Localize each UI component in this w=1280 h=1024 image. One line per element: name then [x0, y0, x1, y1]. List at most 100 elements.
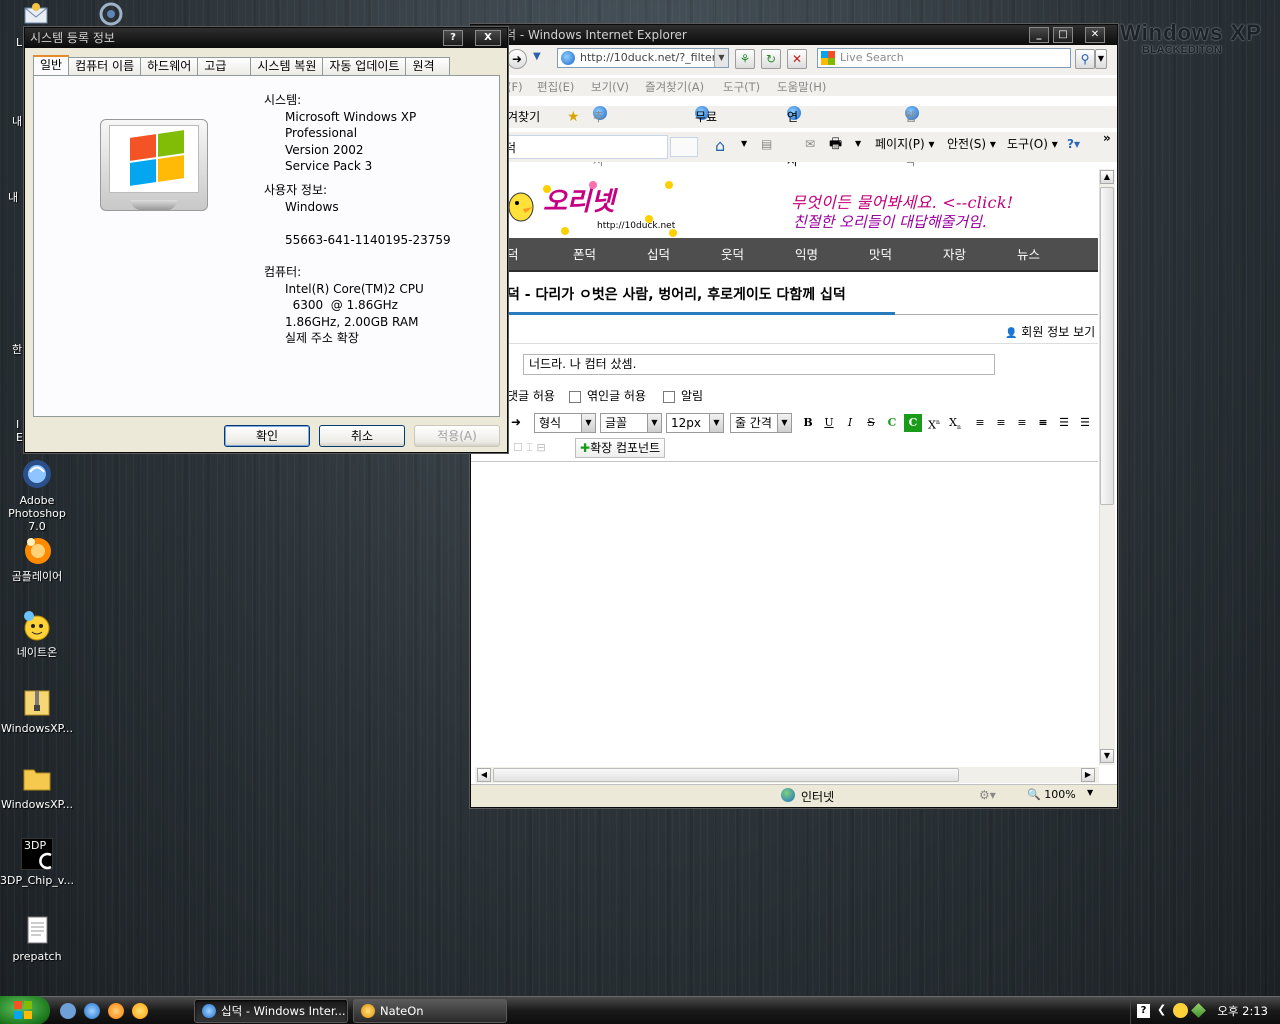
tab-general[interactable]: 일반	[33, 55, 70, 75]
ie-window[interactable]: 덕 - Windows Internet Explorer _ □ ✕ ➜ ▼ …	[470, 24, 1118, 808]
page-menu[interactable]: 페이지(P) ▾	[875, 132, 935, 156]
new-tab-button[interactable]	[670, 137, 698, 157]
ie-titlebar[interactable]: 덕 - Windows Internet Explorer _ □ ✕	[471, 25, 1117, 45]
format-select[interactable]: 형식 ▼	[534, 413, 596, 433]
menu-tools[interactable]: 도구(T)	[723, 78, 760, 96]
tab-computer-name[interactable]: 컴퓨터 이름	[68, 57, 142, 75]
minimize-button[interactable]: _	[1029, 27, 1049, 43]
scroll-left-icon[interactable]: ◀	[477, 768, 491, 782]
cancel-button[interactable]: 취소	[319, 425, 405, 447]
nateon-quicklaunch-icon[interactable]	[132, 1003, 148, 1019]
desktop-icon-prepatch[interactable]: prepatch	[0, 914, 74, 963]
size-select[interactable]: 12px ▼	[666, 413, 724, 433]
subscript-button[interactable]: Xn	[946, 414, 964, 432]
nav-item[interactable]: 폰덕	[573, 238, 596, 272]
taskbar-item-nateon[interactable]: NateOn	[353, 999, 507, 1023]
line-spacing-select[interactable]: 줄 간격 ▼	[730, 413, 792, 433]
search-options-icon[interactable]: ▼	[1095, 49, 1107, 69]
desktop-icon-folder[interactable]: WindowsXP...	[0, 762, 74, 811]
vertical-scrollbar[interactable]: ▲ ▼	[1099, 169, 1115, 765]
desktop-icon-zip-folder[interactable]: WindowsXP...	[0, 686, 74, 735]
safety-menu[interactable]: 안전(S) ▾	[947, 132, 996, 156]
print-icon[interactable]: 🖶	[829, 132, 842, 156]
expand-toolbar[interactable]: »	[1103, 126, 1111, 150]
scroll-right-icon[interactable]: ▶	[1081, 768, 1095, 782]
address-dropdown-icon[interactable]: ▼	[714, 49, 728, 67]
text-color-button[interactable]: C	[883, 414, 901, 432]
zoom-control[interactable]: 🔍 100%	[1027, 788, 1076, 801]
help-icon[interactable]: ?▾	[1067, 132, 1080, 156]
align-left-icon[interactable]: ≡	[971, 414, 989, 432]
desktop-icon-3dp-chip[interactable]: 3DP 3DP_Chip_v...	[0, 838, 74, 887]
nav-item[interactable]: 뉴스	[1017, 238, 1040, 272]
background-color-button[interactable]: C	[904, 414, 922, 432]
trackback-option[interactable]: 엮인글 허용	[569, 387, 646, 404]
clock[interactable]: 오후 2:13	[1217, 997, 1268, 1024]
justify-icon[interactable]: ≡	[1034, 414, 1052, 432]
favorites-button[interactable]: 겨찾기	[507, 106, 540, 128]
nav-item[interactable]: 자랑	[943, 238, 966, 272]
nav-item[interactable]: 덕	[507, 238, 519, 272]
editor-body[interactable]	[471, 462, 1098, 769]
italic-button[interactable]: I	[841, 414, 859, 432]
desktop-icon-gomplayer[interactable]: 곰플레이어	[0, 534, 74, 583]
member-info-link[interactable]: 👤 회원 정보 보기	[1005, 323, 1095, 340]
apply-button[interactable]: 적용(A)	[414, 425, 500, 447]
nateon-tray-icon[interactable]	[1173, 1003, 1188, 1018]
align-center-icon[interactable]: ≡	[992, 414, 1010, 432]
mail-button-icon[interactable]: ✉	[805, 132, 815, 156]
protected-mode-icon[interactable]: ⚙▾	[979, 788, 996, 802]
tray-app-icon[interactable]	[1191, 1003, 1206, 1018]
tab-remote[interactable]: 원격	[405, 57, 450, 75]
tab-system-restore[interactable]: 시스템 복원	[250, 57, 324, 75]
mail-icon[interactable]	[22, 2, 50, 26]
ie-quicklaunch-icon[interactable]	[84, 1003, 100, 1019]
strikethrough-button[interactable]: S	[862, 414, 880, 432]
help-button[interactable]: ?	[443, 30, 463, 46]
gomplayer-quicklaunch-icon[interactable]	[108, 1003, 124, 1019]
tab-automatic-updates[interactable]: 자동 업데이트	[322, 57, 407, 75]
refresh-icon[interactable]: ↻	[761, 49, 781, 69]
stop-icon[interactable]: ✕	[787, 49, 807, 69]
menu-help[interactable]: 도움말(H)	[777, 78, 826, 96]
hscroll-thumb[interactable]	[493, 768, 959, 782]
font-select[interactable]: 글꼴 ▼	[600, 413, 662, 433]
underline-button[interactable]: U	[820, 414, 838, 432]
scroll-down-icon[interactable]: ▼	[1100, 749, 1114, 763]
tab-hardware[interactable]: 하드웨어	[140, 57, 199, 75]
add-favorite-icon[interactable]: ★	[567, 106, 580, 128]
webpage-viewport[interactable]: 오리넷 http://10duck.net 무엇이든 물어봐세요. <--cli…	[471, 169, 1099, 769]
print-dropdown-icon[interactable]: ▼	[855, 132, 861, 156]
tab-advanced[interactable]: 고급	[197, 57, 252, 75]
rss-compat-icon[interactable]: ⚘	[735, 49, 755, 69]
forward-button[interactable]: ➜	[507, 49, 527, 69]
show-desktop-icon[interactable]	[60, 1003, 76, 1019]
start-button[interactable]	[0, 996, 50, 1024]
taskbar-item-ie[interactable]: 십덕 - Windows Inter...	[194, 999, 348, 1023]
feeds-icon[interactable]: ▤	[761, 132, 772, 156]
menu-view[interactable]: 보기(V)	[591, 78, 629, 96]
align-right-icon[interactable]: ≡	[1013, 414, 1031, 432]
help-tray-icon[interactable]: ?	[1137, 1004, 1150, 1018]
desktop-icon-nateon[interactable]: 네이트온	[0, 610, 74, 659]
bold-button[interactable]: B	[799, 414, 817, 432]
search-icon[interactable]: ⚲	[1075, 49, 1095, 69]
close-button[interactable]: ✕	[1085, 27, 1105, 43]
network-icon[interactable]	[96, 2, 126, 26]
numbered-list-icon[interactable]: ☰	[1055, 414, 1073, 432]
tools-menu[interactable]: 도구(O) ▾	[1007, 132, 1058, 156]
post-title-input[interactable]: 너드라. 나 컴터 샀셈.	[523, 354, 995, 375]
address-bar[interactable]: http://10duck.net/?_filter= ▼	[557, 48, 729, 68]
zoom-dropdown-icon[interactable]: ▼	[1087, 788, 1093, 797]
nav-item[interactable]: 웃덕	[721, 238, 744, 272]
dialog-titlebar[interactable]: 시스템 등록 정보 ? X	[25, 28, 507, 48]
maximize-button[interactable]: □	[1053, 27, 1073, 43]
bullet-list-icon[interactable]: ☰	[1076, 414, 1094, 432]
nav-item[interactable]: 익명	[795, 238, 818, 272]
extension-component-button[interactable]: ✚확장 컴포넌트	[575, 438, 666, 458]
ok-button[interactable]: 확인	[224, 425, 310, 447]
scroll-up-icon[interactable]: ▲	[1100, 170, 1114, 184]
menu-favorites[interactable]: 즐겨찾기(A)	[645, 78, 704, 96]
menu-edit[interactable]: 편집(E)	[537, 78, 574, 96]
superscript-button[interactable]: Xn	[925, 414, 943, 432]
